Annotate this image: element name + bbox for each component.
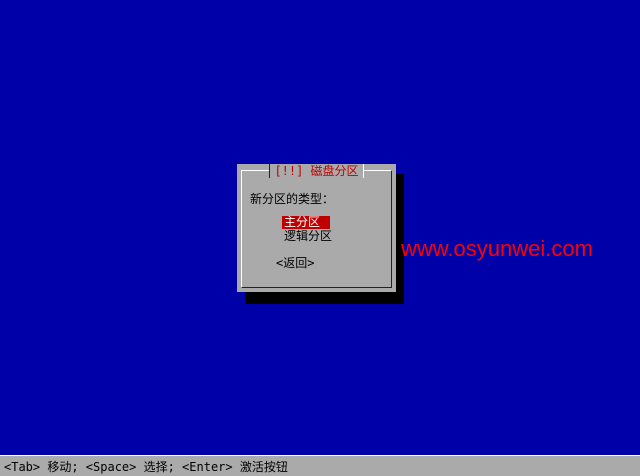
watermark: www.osyunwei.com	[401, 236, 593, 261]
dialog-title-wrap: [!!] 磁盘分区	[237, 164, 396, 178]
dialog-title: [!!] 磁盘分区	[269, 164, 364, 178]
option-primary-partition[interactable]: 主分区	[282, 216, 331, 229]
partition-dialog: [!!] 磁盘分区 新分区的类型： 主分区 逻辑分区 <返回>	[237, 164, 396, 292]
status-bar: <Tab> 移动; <Space> 选择; <Enter> 激活按钮	[0, 455, 640, 476]
status-bar-help: <Tab> 移动; <Space> 选择; <Enter> 激活按钮	[4, 460, 288, 474]
option-logical-partition[interactable]: 逻辑分区	[282, 230, 334, 243]
back-button[interactable]: <返回>	[276, 254, 314, 271]
dialog-prompt: 新分区的类型：	[250, 192, 335, 206]
installer-screen: [!!] 磁盘分区 新分区的类型： 主分区 逻辑分区 <返回> www.osyu…	[0, 0, 640, 476]
